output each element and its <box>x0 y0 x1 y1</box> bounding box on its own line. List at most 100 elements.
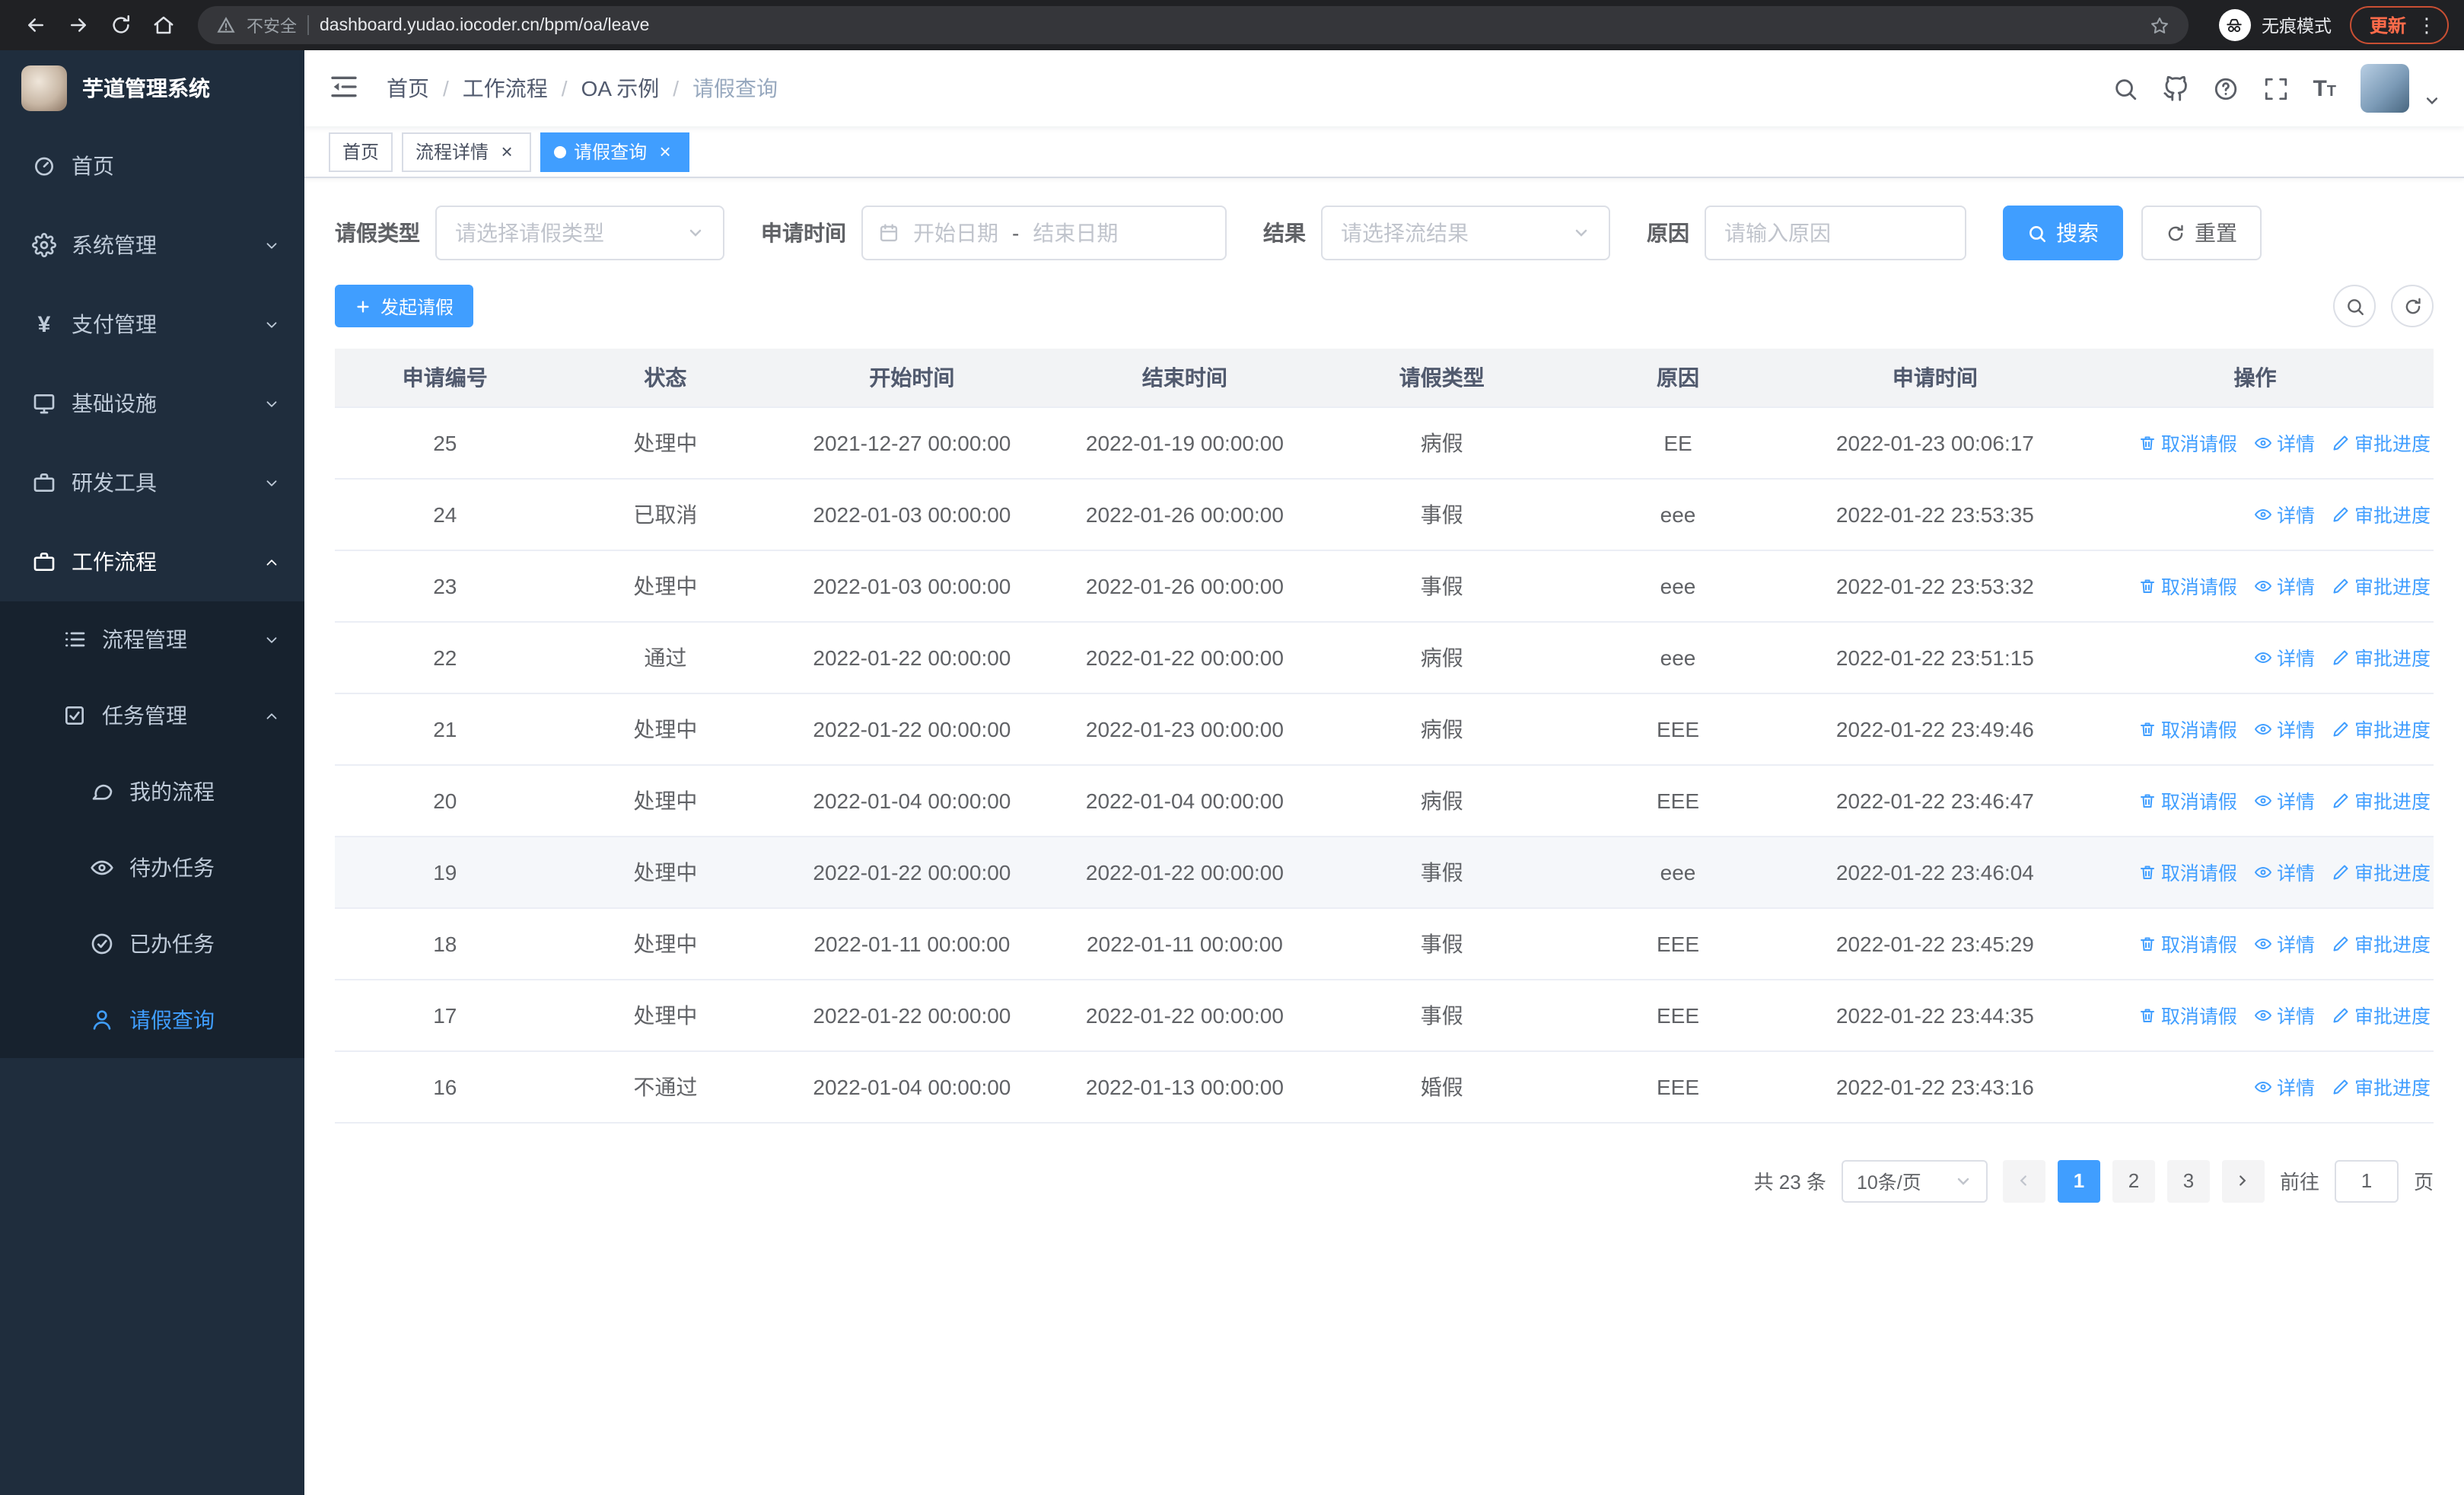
breadcrumb-item[interactable]: 工作流程 <box>463 73 548 104</box>
tab-close-icon[interactable]: × <box>496 141 517 162</box>
sidebar-item-workflow[interactable]: 工作流程 <box>0 522 304 601</box>
approval-progress-link[interactable]: 审批进度 <box>2332 929 2431 958</box>
detail-link[interactable]: 详情 <box>2254 714 2315 743</box>
page-button-1[interactable]: 1 <box>2057 1159 2100 1202</box>
approval-progress-link[interactable]: 审批进度 <box>2332 857 2431 886</box>
sidebar-item-dev-tools[interactable]: 研发工具 <box>0 443 304 522</box>
table-row[interactable]: 16 不通过 2022-01-04 00:00:00 2022-01-13 00:00… <box>335 1050 2434 1123</box>
detail-link[interactable]: 详情 <box>2254 857 2315 886</box>
sidebar-item-home[interactable]: 首页 <box>0 126 304 206</box>
detail-link[interactable]: 详情 <box>2254 1072 2315 1101</box>
sidebar-item-payment-management[interactable]: ¥ 支付管理 <box>0 285 304 364</box>
table-cell: 2022-01-03 00:00:00 <box>775 550 1049 622</box>
approval-progress-link[interactable]: 审批进度 <box>2332 786 2431 814</box>
font-size-button[interactable]: TT <box>2313 77 2336 100</box>
cancel-leave-link[interactable]: 取消请假 <box>2138 786 2237 814</box>
tab-close-icon[interactable]: × <box>654 141 676 162</box>
table-row[interactable]: 24 已取消 2022-01-03 00:00:00 2022-01-26 00:00… <box>335 478 2434 550</box>
avatar-caret-down-icon[interactable] <box>2424 93 2440 113</box>
table-cell: 2022-01-22 23:45:29 <box>1793 907 2077 980</box>
table-cell: 2022-01-22 00:00:00 <box>1048 836 1322 908</box>
tab-item[interactable]: 流程详情 × <box>402 132 532 171</box>
leave-type-select[interactable]: 请选择请假类型 <box>435 206 724 260</box>
reason-input[interactable] <box>1705 206 1966 260</box>
toggle-search-button[interactable] <box>2333 285 2376 327</box>
back-button[interactable] <box>15 5 55 45</box>
leave-type-placeholder: 请选择请假类型 <box>455 221 604 245</box>
home-button[interactable] <box>143 5 183 45</box>
sidebar-item-todo-tasks[interactable]: 待办任务 <box>0 830 304 906</box>
table-row[interactable]: 20 处理中 2022-01-04 00:00:00 2022-01-04 00:00… <box>335 764 2434 837</box>
cancel-leave-link[interactable]: 取消请假 <box>2138 1000 2237 1029</box>
sidebar-item-my-processes[interactable]: 我的流程 <box>0 754 304 830</box>
detail-link[interactable]: 详情 <box>2254 929 2315 958</box>
reload-button[interactable] <box>100 5 140 45</box>
detail-link[interactable]: 详情 <box>2254 428 2315 457</box>
cancel-leave-link[interactable]: 取消请假 <box>2138 571 2237 600</box>
reset-button[interactable]: 重置 <box>2141 206 2262 260</box>
address-bar[interactable]: 不安全 dashboard.yudao.iocoder.cn/bpm/oa/le… <box>198 6 2189 44</box>
approval-progress-link[interactable]: 审批进度 <box>2332 1072 2431 1101</box>
sidebar-item-infrastructure[interactable]: 基础设施 <box>0 364 304 443</box>
page-button-3[interactable]: 3 <box>2166 1159 2210 1202</box>
table-row[interactable]: 17 处理中 2022-01-22 00:00:00 2022-01-22 00:00… <box>335 979 2434 1051</box>
goto-page-input[interactable] <box>2334 1159 2399 1202</box>
cancel-leave-link[interactable]: 取消请假 <box>2138 857 2237 886</box>
cancel-leave-link[interactable]: 取消请假 <box>2138 428 2237 457</box>
table-row[interactable]: 21 处理中 2022-01-22 00:00:00 2022-01-23 00:00… <box>335 693 2434 765</box>
cancel-leave-link[interactable]: 取消请假 <box>2138 714 2237 743</box>
approval-progress-link[interactable]: 审批进度 <box>2332 499 2431 528</box>
page-size-select[interactable]: 10条/页 <box>1841 1159 1988 1202</box>
github-button[interactable] <box>2162 75 2188 101</box>
table-cell: 事假 <box>1321 907 1563 980</box>
update-chip[interactable]: 更新 ⋮ <box>2349 6 2449 44</box>
bookmark-star-icon[interactable] <box>2149 14 2170 36</box>
help-button[interactable] <box>2212 75 2238 101</box>
approval-progress-link[interactable]: 审批进度 <box>2332 1000 2431 1029</box>
sidebar-fold-icon[interactable] <box>329 72 362 105</box>
approval-progress-link[interactable]: 审批进度 <box>2332 714 2431 743</box>
sidebar-item-task-management[interactable]: 任务管理 <box>0 677 304 754</box>
table-row[interactable]: 22 通过 2022-01-22 00:00:00 2022-01-22 00:00:… <box>335 621 2434 693</box>
sidebar-item-process-management[interactable]: 流程管理 <box>0 601 304 677</box>
table-row[interactable]: 18 处理中 2022-01-11 00:00:00 2022-01-11 00:00… <box>335 907 2434 980</box>
table-row[interactable]: 19 处理中 2022-01-22 00:00:00 2022-01-22 00:00… <box>335 836 2434 908</box>
breadcrumb-item[interactable]: 首页 <box>387 73 429 104</box>
approval-progress-link[interactable]: 审批进度 <box>2332 642 2431 671</box>
apply-time-range-picker[interactable]: 开始日期 - 结束日期 <box>861 206 1227 260</box>
browser-menu-icon[interactable]: ⋮ <box>2417 15 2437 35</box>
next-page-button[interactable] <box>2221 1159 2265 1202</box>
detail-link[interactable]: 详情 <box>2254 642 2315 671</box>
tab-item[interactable]: 首页 <box>329 132 393 171</box>
result-select[interactable]: 请选择流结果 <box>1321 206 1610 260</box>
detail-link[interactable]: 详情 <box>2254 571 2315 600</box>
fullscreen-button[interactable] <box>2262 75 2288 101</box>
search-button[interactable]: 搜索 <box>2003 206 2123 260</box>
approval-progress-link[interactable]: 审批进度 <box>2332 428 2431 457</box>
table-row[interactable]: 23 处理中 2022-01-03 00:00:00 2022-01-26 00:00… <box>335 550 2434 622</box>
detail-link[interactable]: 详情 <box>2254 499 2315 528</box>
sidebar: 芋道管理系统 首页 系统管理 ¥ 支付管理 基础设施 研发工具 工作流程 流程管理 任务管理 我的… <box>0 50 304 1495</box>
refresh-table-button[interactable] <box>2391 285 2434 327</box>
detail-link[interactable]: 详情 <box>2254 1000 2315 1029</box>
approval-progress-link[interactable]: 审批进度 <box>2332 571 2431 600</box>
page-button-2[interactable]: 2 <box>2112 1159 2155 1202</box>
cancel-leave-link[interactable]: 取消请假 <box>2138 929 2237 958</box>
approval-progress-link-label: 审批进度 <box>2354 863 2431 885</box>
sidebar-item-system-management[interactable]: 系统管理 <box>0 206 304 285</box>
gear-icon <box>30 233 58 257</box>
sidebar-item-done-tasks[interactable]: 已办任务 <box>0 906 304 982</box>
breadcrumb-item[interactable]: OA 示例 <box>581 73 660 104</box>
search-button[interactable] <box>2112 75 2138 101</box>
chevron-down-icon <box>263 631 280 648</box>
create-leave-button[interactable]: 发起请假 <box>335 285 474 327</box>
sidebar-item-leave-query[interactable]: 请假查询 <box>0 982 304 1058</box>
tab-item[interactable]: 请假查询 × <box>540 132 690 171</box>
table-cell: 婚假 <box>1321 1050 1563 1123</box>
avatar[interactable] <box>2361 64 2409 113</box>
viewport: 不安全 dashboard.yudao.iocoder.cn/bpm/oa/le… <box>0 0 2464 1495</box>
prev-page-button[interactable] <box>2002 1159 2045 1202</box>
table-row[interactable]: 25 处理中 2021-12-27 00:00:00 2022-01-19 00:00… <box>335 406 2434 479</box>
forward-button[interactable] <box>58 5 97 45</box>
detail-link[interactable]: 详情 <box>2254 786 2315 814</box>
